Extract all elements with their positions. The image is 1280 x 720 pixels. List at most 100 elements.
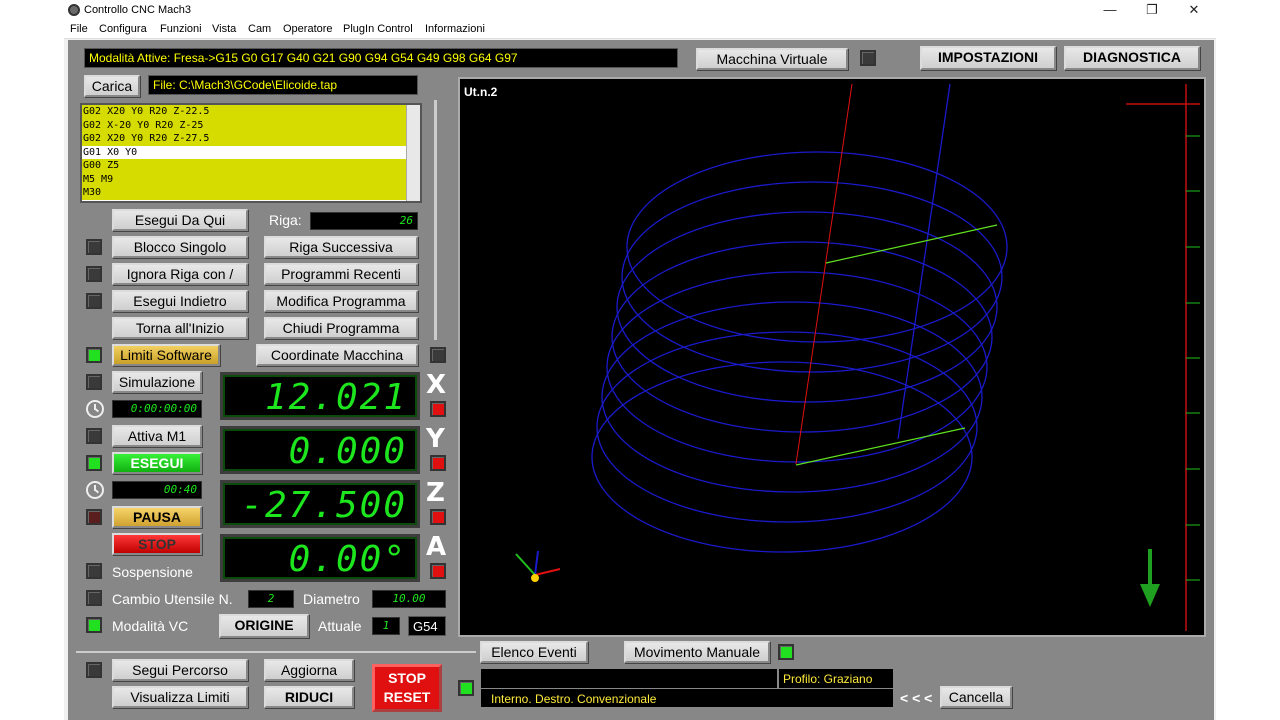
horizontal-divider: [76, 651, 476, 653]
single-block-button[interactable]: Blocco Singolo: [112, 236, 248, 258]
run-back-led: [86, 293, 102, 309]
menu-cam[interactable]: Cam: [248, 23, 271, 35]
gcode-line[interactable]: G00 Z5: [82, 159, 406, 173]
stop-reset-line-2: RESET: [383, 689, 431, 705]
status-box: Profilo: Graziano Interno. Destro. Conve…: [480, 668, 895, 708]
z-dro-value: -27.500: [241, 485, 407, 526]
virtual-machine-led: [860, 50, 876, 66]
gcode-line[interactable]: G02 X-20 Y0 R20 Z-25: [82, 118, 406, 132]
ignore-line-led: [86, 266, 102, 282]
z-axis-line: [795, 83, 853, 465]
x-axis-label: X: [426, 370, 447, 400]
events-list-button[interactable]: Elenco Eventi: [480, 641, 588, 663]
a-dro-value: 0.00°: [288, 539, 407, 580]
menu-plugin-control[interactable]: PlugIn Control: [343, 23, 413, 35]
soft-limits-led: [86, 347, 102, 363]
helix-loop: [601, 301, 983, 493]
menu-vista[interactable]: Vista: [212, 23, 236, 35]
z-dro[interactable]: -27.500: [220, 480, 420, 528]
gcode-lines: G02 X20 Y0 R20 Z-22.5 G02 X-20 Y0 R20 Z-2…: [82, 105, 420, 200]
vertical-divider: [434, 100, 437, 340]
menu-funzioni[interactable]: Funzioni: [160, 23, 202, 35]
helix-loop: [596, 331, 978, 523]
diagnostics-button[interactable]: DIAGNOSTICA: [1064, 46, 1200, 70]
vc-mode-label: Modalità VC: [112, 618, 189, 634]
origin-button[interactable]: ORIGINE: [219, 614, 309, 638]
restore-icon[interactable]: ❐: [1131, 0, 1173, 20]
mach3-window: Controllo CNC Mach3 — ❐ ✕ File Configura…: [64, 0, 1216, 720]
helix-loop: [626, 151, 1008, 343]
activate-m1-button[interactable]: Attiva M1: [112, 425, 202, 447]
machine-coords-button[interactable]: Coordinate Macchina: [256, 344, 418, 366]
next-line-button[interactable]: Riga Successiva: [264, 236, 418, 258]
x-zero-button[interactable]: [430, 401, 446, 417]
recent-programs-button[interactable]: Programmi Recenti: [264, 263, 418, 285]
vc-mode-led: [86, 617, 102, 633]
y-dro[interactable]: 0.000: [220, 426, 420, 474]
gcode-line[interactable]: M5 M9: [82, 172, 406, 186]
z-zero-button[interactable]: [430, 509, 446, 525]
menu-configura[interactable]: Configura: [99, 23, 147, 35]
cancel-button[interactable]: Cancella: [940, 686, 1012, 708]
feed-hold-led: [86, 509, 102, 525]
axis-gizmo-y: [534, 550, 539, 576]
toolpath-display[interactable]: Ut.n.2: [458, 77, 1206, 637]
edit-program-button[interactable]: Modifica Programma: [264, 290, 418, 312]
file-path: File: C:\Mach3\GCode\Elicoide.tap: [148, 75, 418, 95]
app-icon: [68, 4, 80, 16]
menu-informazioni[interactable]: Informazioni: [425, 23, 485, 35]
toolpath-feed-line: [795, 427, 966, 466]
status-message: Interno. Destro. Convenzionale: [491, 692, 657, 706]
virtual-machine-button[interactable]: Macchina Virtuale: [696, 48, 848, 70]
manual-move-button[interactable]: Movimento Manuale: [624, 641, 770, 663]
gcode-line[interactable]: G02 X20 Y0 R20 Z-22.5: [82, 105, 406, 119]
main-panel: Modalità Attive: Fresa->G15 G0 G17 G40 G…: [68, 40, 1214, 720]
x-dro[interactable]: 12.021: [220, 372, 420, 420]
down-arrow-head: [1140, 584, 1160, 607]
menu-operatore[interactable]: Operatore: [283, 23, 333, 35]
gcode-line[interactable]: M30: [82, 186, 406, 200]
close-icon[interactable]: ✕: [1173, 0, 1215, 20]
settings-button[interactable]: IMPOSTAZIONI: [920, 46, 1056, 70]
refresh-button[interactable]: Aggiorna: [264, 659, 354, 681]
axis-gizmo-z: [515, 553, 536, 576]
x-dro-value: 12.021: [264, 377, 407, 418]
rewind-button[interactable]: Torna all'Inizio: [112, 317, 248, 339]
gcode-line[interactable]: G02 X20 Y0 R20 Z-27.5: [82, 132, 406, 146]
gcode-line[interactable]: G01 X0 Y0: [82, 145, 406, 159]
reset-led: [458, 680, 474, 696]
minimize-icon[interactable]: —: [1089, 0, 1131, 20]
helix-loop: [606, 271, 988, 463]
gcode-scrollbar[interactable]: [406, 105, 420, 201]
soft-limits-button[interactable]: Limiti Software: [112, 344, 220, 366]
work-offset: G54: [408, 616, 446, 636]
tool-number: 2: [248, 590, 294, 608]
close-program-button[interactable]: Chiudi Programma: [264, 317, 418, 339]
stop-reset-button[interactable]: STOP RESET: [372, 664, 442, 712]
stop-reset-line-1: STOP: [388, 670, 426, 686]
helix-loop: [611, 241, 993, 433]
run-back-button[interactable]: Esegui Indietro: [112, 290, 248, 312]
menu-file[interactable]: File: [70, 23, 88, 35]
gcode-listing[interactable]: G02 X20 Y0 R20 Z-22.5 G02 X-20 Y0 R20 Z-2…: [80, 103, 422, 203]
clock-icon: [86, 400, 104, 418]
a-dro[interactable]: 0.00°: [220, 534, 420, 582]
ignore-line-button[interactable]: Ignora Riga con /: [112, 263, 248, 285]
helix-rapid-line: [897, 83, 951, 440]
load-file-button[interactable]: Carica: [84, 75, 140, 97]
show-limits-button[interactable]: Visualizza Limiti: [112, 686, 248, 708]
follow-path-button[interactable]: Segui Percorso: [112, 659, 248, 681]
single-block-led: [86, 239, 102, 255]
cycle-start-led: [86, 455, 102, 471]
run-from-here-button[interactable]: Esegui Da Qui: [112, 209, 248, 231]
suspend-led: [86, 563, 102, 579]
simulation-button[interactable]: Simulazione: [112, 371, 202, 393]
helix-loop: [616, 211, 998, 403]
y-zero-button[interactable]: [430, 455, 446, 471]
stop-button[interactable]: STOP: [112, 533, 202, 555]
a-zero-button[interactable]: [430, 563, 446, 579]
cycle-start-button[interactable]: ESEGUI: [112, 452, 202, 474]
feed-hold-button[interactable]: PAUSA: [112, 506, 202, 528]
reduce-button[interactable]: RIDUCI: [264, 686, 354, 708]
y-axis-label: Y: [426, 424, 445, 454]
